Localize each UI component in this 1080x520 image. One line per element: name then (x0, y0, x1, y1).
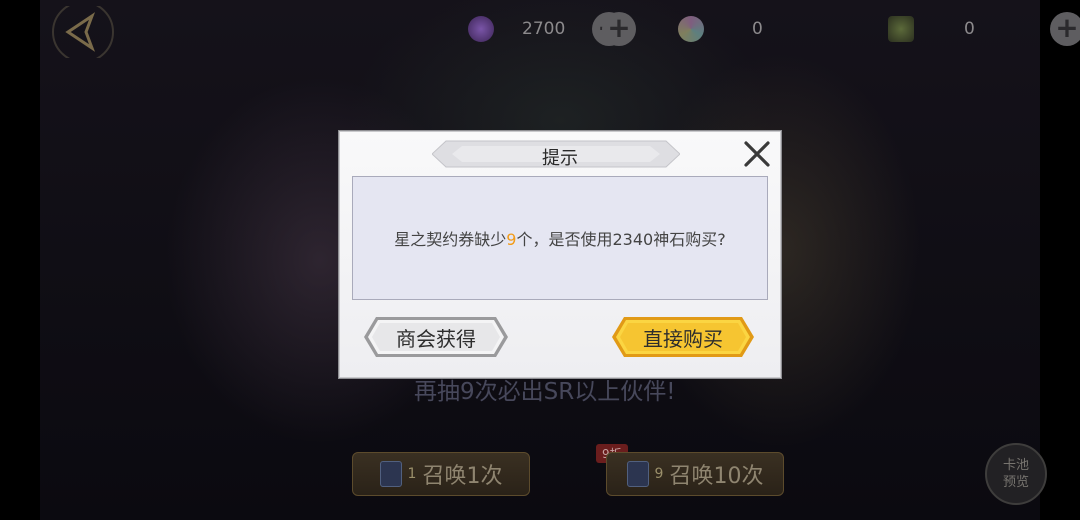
screen-edge-right (1040, 0, 1080, 520)
resource-ticket: 0 + (888, 12, 1080, 46)
message-part2: 个，是否使用2340神石购买? (516, 230, 726, 249)
orb-amount: 0 (752, 19, 763, 39)
summon-one-label: 召唤1次 (422, 464, 503, 489)
ticket-card-icon (379, 461, 402, 487)
dialog-message: 星之契约券缺少9个，是否使用2340神石购买? (394, 226, 725, 250)
summon-one-button[interactable]: 1 召唤1次 (352, 452, 530, 496)
buy-directly-label: 直接购买 (643, 326, 723, 351)
star-ticket-icon (888, 16, 914, 42)
summon-one-count: 1 (407, 466, 417, 482)
get-from-shop-label: 商会获得 (396, 326, 476, 351)
missing-count: 9 (506, 230, 517, 249)
close-icon (744, 141, 770, 167)
crystal-amount: 2700 (522, 19, 566, 39)
summon-ten-button[interactable]: 9 召唤10次 (606, 452, 784, 496)
message-part1: 星之契约券缺少 (394, 230, 507, 249)
screen-edge-left (0, 0, 40, 520)
add-ticket-button[interactable]: + (1050, 12, 1080, 46)
pool-preview-button[interactable]: 卡池预览 (985, 443, 1047, 505)
rainbow-orb-icon (678, 16, 704, 42)
message-panel: 星之契约券缺少9个，是否使用2340神石购买? (352, 176, 768, 300)
back-arrow-icon (52, 1, 114, 63)
add-crystal-button-2[interactable]: + (602, 12, 636, 46)
dialog-title: 提示 (542, 148, 578, 169)
ticket-amount: 0 (964, 19, 975, 39)
close-button[interactable] (742, 140, 772, 168)
resource-orb: 0 (678, 12, 882, 46)
prompt-dialog: 提示 星之契约券缺少9个，是否使用2340神石购买? 商会获得 直接购买 (339, 131, 781, 378)
pool-preview-label: 卡池预览 (1002, 458, 1029, 490)
buy-directly-button[interactable]: 直接购买 (610, 315, 756, 359)
purple-crystal-icon (468, 16, 494, 42)
summon-ten-label: 召唤10次 (669, 464, 764, 489)
get-from-shop-button[interactable]: 商会获得 (362, 315, 510, 359)
summon-ten-count: 9 (654, 466, 664, 482)
back-button[interactable] (52, 1, 114, 63)
ticket-card-icon (626, 461, 649, 487)
